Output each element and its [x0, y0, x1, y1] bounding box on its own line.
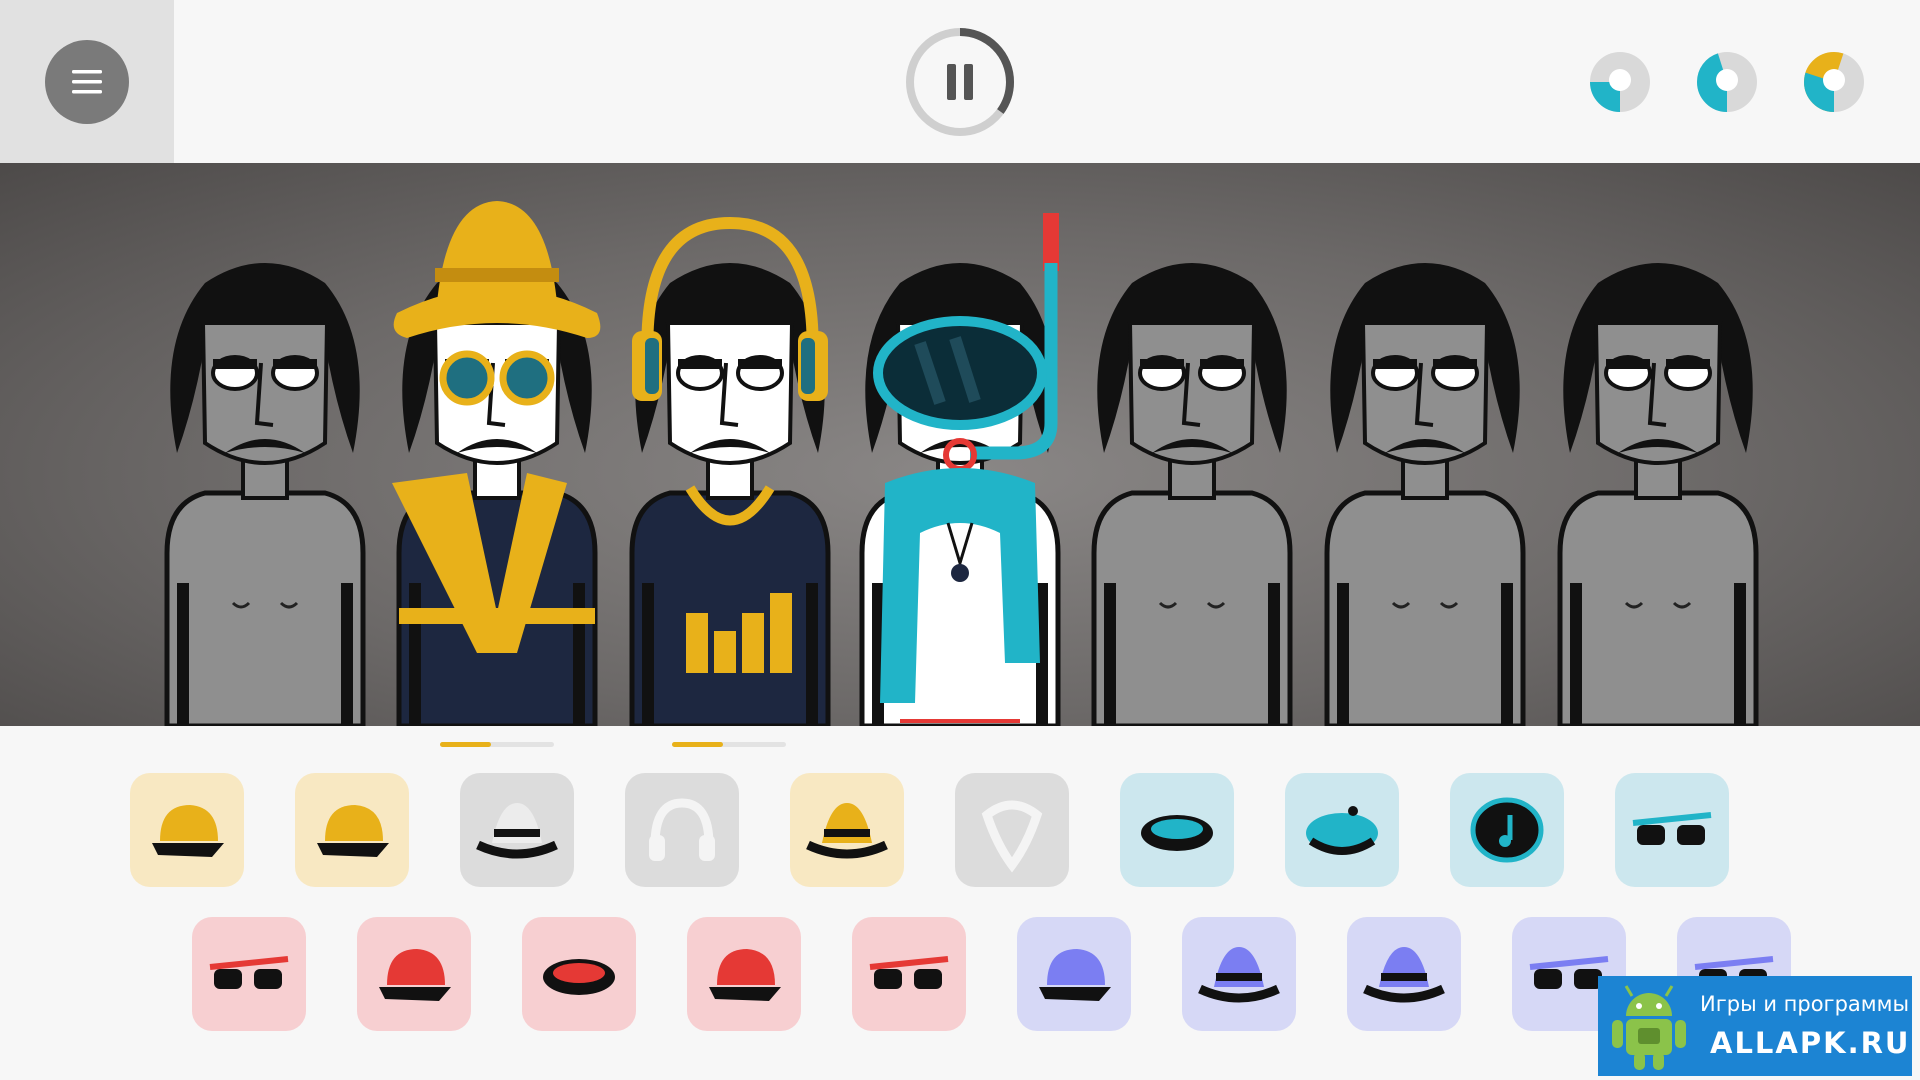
profile-3-button[interactable] [1802, 50, 1866, 114]
yellow-cap-button[interactable] [295, 773, 409, 887]
hamburger-icon [72, 70, 102, 94]
red-cap-icon [709, 949, 781, 1001]
character-plain-2[interactable] [1091, 263, 1293, 726]
red-dotted-glasses-icon [209, 956, 289, 989]
teal-visor-button[interactable] [1120, 773, 1234, 887]
yellow-helmet-icon [152, 805, 224, 857]
purple-cap-icon [1039, 949, 1111, 1001]
grey-headphones-button[interactable] [625, 773, 739, 887]
teal-beret-button[interactable] [1285, 773, 1399, 887]
watermark-line2: ALLAPK.RU [1710, 1026, 1911, 1060]
pause-button[interactable] [905, 27, 1015, 137]
purple-hat-button[interactable] [1347, 917, 1461, 1031]
red-cap-heart-button[interactable] [357, 917, 471, 1031]
purple-cap-button[interactable] [1017, 917, 1131, 1031]
red-3d-glasses-button[interactable] [852, 917, 966, 1031]
loop-progress-headphones [672, 742, 786, 747]
teal-sunglasses-button[interactable] [1615, 773, 1729, 887]
teal-music-note-icon [1470, 797, 1544, 863]
grey-scarf-icon [981, 800, 1043, 873]
red-dotted-glasses-button[interactable] [192, 917, 306, 1031]
profile-2-button[interactable] [1695, 50, 1759, 114]
character-yellow-hat[interactable] [392, 201, 601, 726]
yellow-spiky-hat-button[interactable] [790, 773, 904, 887]
purple-fedora-button[interactable] [1182, 917, 1296, 1031]
red-cap-button[interactable] [687, 917, 801, 1031]
android-robot-icon [1612, 985, 1686, 1070]
profile-1-button[interactable] [1588, 50, 1652, 114]
pause-icon [906, 28, 1014, 136]
character-headphones[interactable] [629, 216, 831, 726]
red-visor-button[interactable] [522, 917, 636, 1031]
watermark-line1: Игры и программы [1700, 992, 1910, 1016]
yellow-helmet-button[interactable] [130, 773, 244, 887]
top-bar [0, 0, 1920, 163]
stage [0, 163, 1920, 726]
menu-area [0, 0, 174, 163]
character-diver[interactable] [859, 213, 1061, 726]
profile-2-icon [1697, 52, 1757, 112]
characters-stage [164, 201, 1759, 726]
grey-hat-icon [476, 803, 558, 859]
purple-hat-icon [1363, 947, 1445, 1003]
grey-scarf-button[interactable] [955, 773, 1069, 887]
character-plain-4[interactable] [1557, 263, 1759, 726]
character-plain-1[interactable] [164, 263, 366, 726]
grey-hat-button[interactable] [460, 773, 574, 887]
teal-sunglasses-icon [1632, 812, 1712, 845]
teal-music-note-button[interactable] [1450, 773, 1564, 887]
red-visor-icon [543, 959, 615, 995]
watermark-badge: Игры и программы ALLAPK.RU [1598, 976, 1912, 1076]
grey-headphones-icon [649, 798, 715, 861]
teal-beret-icon [1306, 806, 1378, 855]
menu-button[interactable] [45, 40, 129, 124]
red-cap-heart-icon [379, 949, 451, 1001]
character-plain-3[interactable] [1324, 263, 1526, 726]
teal-visor-icon [1141, 815, 1213, 851]
yellow-spiky-hat-icon [806, 803, 888, 859]
yellow-cap-icon [317, 805, 389, 857]
profile-3-icon [1804, 52, 1864, 112]
purple-fedora-icon [1198, 947, 1280, 1003]
red-3d-glasses-icon [869, 956, 949, 989]
loop-progress-yellow-hat [440, 742, 554, 747]
profile-1-icon [1590, 52, 1650, 112]
